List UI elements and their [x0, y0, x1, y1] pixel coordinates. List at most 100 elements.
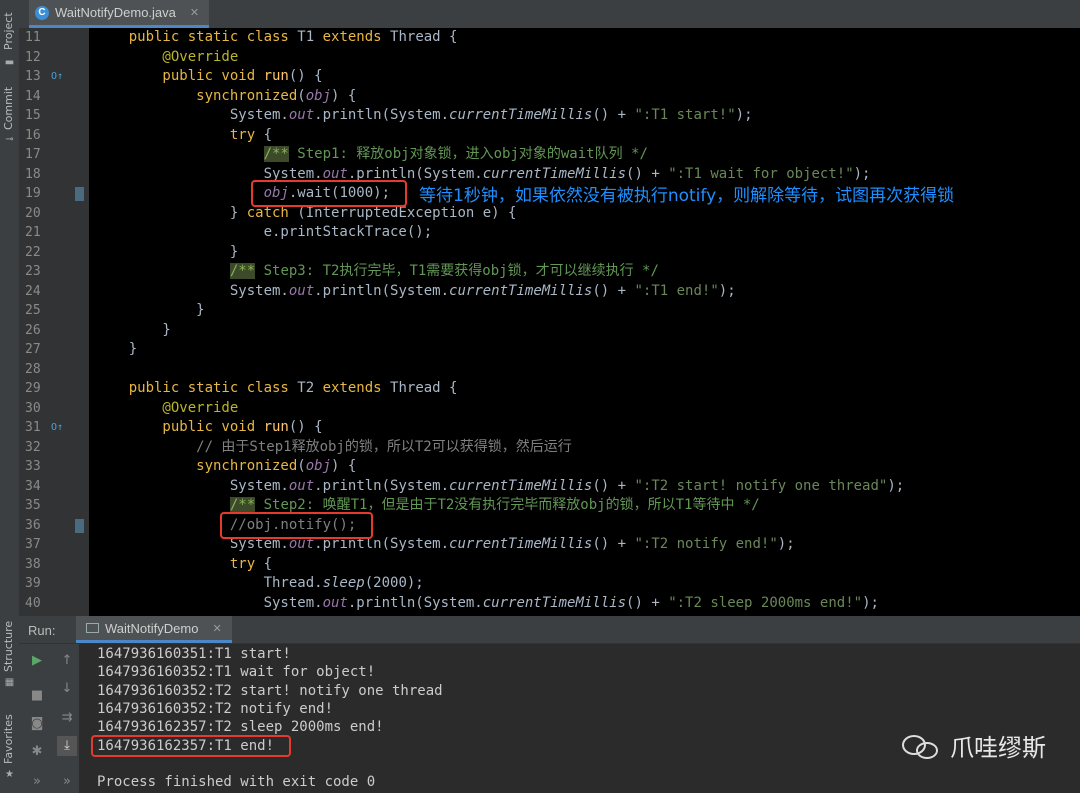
code-line[interactable]: } — [95, 243, 238, 263]
console-output[interactable]: 1647936160351:T1 start! 1647936160352:T1 … — [91, 644, 1080, 793]
line-number: 29 — [25, 381, 41, 396]
code-line[interactable]: synchronized(obj) { — [95, 87, 356, 107]
code-line[interactable]: try { — [95, 555, 272, 575]
code-token: { — [263, 555, 273, 572]
gutter-line: 12 — [19, 48, 89, 68]
code-token: public static class — [95, 29, 298, 45]
code-line[interactable]: /** Step2: 唤醒T1，但是由于T2没有执行完毕而释放obj的锁，所以T… — [95, 496, 760, 516]
line-number: 27 — [25, 342, 41, 357]
code-line[interactable]: synchronized(obj) { — [95, 457, 356, 477]
code-token: ); — [735, 107, 753, 123]
code-token: System. — [95, 594, 323, 611]
code-token: out — [288, 282, 315, 299]
code-token: ); — [853, 165, 871, 182]
java-class-icon: C — [35, 5, 49, 20]
code-token: obj — [305, 458, 332, 474]
code-token: Step2: 唤醒T1，但是由于T2没有执行完毕而释放obj的锁，所以T1等待中… — [255, 497, 760, 513]
line-number: 35 — [25, 498, 41, 513]
code-line[interactable]: // 由于Step1释放obj的锁，所以T2可以获得锁，然后运行 — [95, 438, 572, 458]
gutter-line: 21 — [19, 223, 89, 243]
code-line[interactable]: /** Step1: 释放obj对象锁，进入obj对象的wait队列 */ — [95, 145, 648, 165]
structure-tool-tab[interactable]: Structure ▦ — [0, 620, 19, 690]
code-line[interactable]: } — [95, 301, 204, 321]
code-line[interactable]: System.out.println(System.currentTimeMil… — [95, 535, 795, 555]
code-line[interactable]: public void run() { — [95, 67, 322, 87]
code-token: System. — [95, 107, 289, 123]
editor-file-tab[interactable]: C WaitNotifyDemo.java ✕ — [29, 0, 210, 28]
close-icon[interactable]: ✕ — [212, 622, 221, 635]
gutter-line: 20 — [19, 204, 89, 224]
arrow-up-icon[interactable]: ↑ — [57, 651, 77, 671]
arrow-down-icon[interactable]: ↓ — [57, 679, 77, 699]
code-line[interactable]: Thread.sleep(2000); — [95, 574, 424, 594]
folder-icon: ▬ — [4, 57, 15, 68]
more-icon-2[interactable]: » — [57, 772, 77, 792]
code-token: } — [95, 243, 239, 260]
code-line[interactable]: } — [95, 340, 137, 360]
code-token: currentTimeMillis — [449, 282, 593, 299]
commit-tool-tab[interactable]: Commit ⊸ — [0, 86, 19, 148]
code-line[interactable]: System.out.println(System.currentTimeMil… — [95, 282, 736, 302]
code-line[interactable]: @Override — [95, 48, 238, 68]
code-line[interactable]: /** Step3: T2执行完毕，T1需要获得obj锁，才可以继续执行 */ — [95, 262, 659, 282]
code-token: ":T1 end!" — [634, 282, 719, 299]
code-token: Thread. — [95, 575, 323, 591]
code-token: () + — [626, 594, 669, 611]
more-icon[interactable]: » — [27, 772, 47, 792]
code-token: ":T1 start!" — [634, 107, 736, 123]
code-token: { — [263, 126, 273, 143]
gutter-line: 14 — [19, 87, 89, 107]
run-config-tab[interactable]: WaitNotifyDemo ✕ — [76, 616, 232, 643]
code-line[interactable]: try { — [95, 126, 272, 146]
rerun-icon[interactable]: ▶ — [27, 651, 47, 671]
code-line[interactable]: public void run() { — [95, 418, 322, 438]
code-token: @Override — [95, 399, 239, 416]
favorites-tab-label: Favorites — [2, 714, 15, 764]
stop-icon[interactable]: ■ — [27, 686, 47, 706]
code-line[interactable]: } — [95, 321, 170, 341]
highlight-box-wait — [251, 180, 407, 207]
console-line: 1647936160351:T1 start! — [97, 646, 291, 662]
debug-icon[interactable]: ✱ — [27, 742, 47, 762]
override-gutter-icon[interactable]: O↑ — [51, 422, 63, 433]
code-token: .println(System. — [314, 477, 450, 494]
watermark: 爪哇缪斯 — [902, 728, 1046, 763]
code-line[interactable]: System.out.println(System.currentTimeMil… — [95, 106, 753, 126]
code-token: currentTimeMillis — [482, 165, 627, 182]
file-tab-label: WaitNotifyDemo.java — [55, 5, 176, 20]
console-icon — [86, 623, 99, 633]
code-line[interactable]: System.out.println(System.currentTimeMil… — [95, 477, 904, 497]
line-number: 40 — [25, 595, 41, 611]
code-line[interactable]: @Override — [95, 399, 238, 419]
gutter-line: 36 — [19, 516, 89, 536]
code-token: ) { — [331, 87, 357, 104]
gutter-line: 31 O↑ — [19, 418, 89, 438]
code-token: extends — [322, 380, 391, 396]
watermark-text: 爪哇缪斯 — [950, 734, 1046, 762]
ide-window: Project ▬ Commit ⊸ Structure ▦ Favorites… — [0, 0, 1080, 793]
favorites-tool-tab[interactable]: Favorites ★ — [0, 710, 19, 782]
code-line[interactable]: System.out.println(System.currentTimeMil… — [95, 594, 879, 614]
code-editor[interactable]: 11 12 13 O↑ 14 15 16 17 18 19 20 21 22 23 24 25 26 27 28 29… — [19, 28, 1080, 616]
scroll-to-end-icon[interactable]: ⤓ — [57, 736, 77, 756]
line-number: 16 — [25, 127, 41, 143]
override-gutter-icon[interactable]: O↑ — [51, 71, 63, 82]
project-tool-tab[interactable]: Project ▬ — [0, 8, 19, 68]
code-token: currentTimeMillis — [449, 536, 593, 552]
gutter-line: 26 — [19, 321, 89, 341]
code-area[interactable]: public static class T1 extends Thread { … — [89, 28, 1080, 616]
wechat-logo-icon — [902, 733, 940, 759]
code-line[interactable]: public static class T1 extends Thread { — [95, 28, 458, 48]
camera-icon[interactable]: ◙ — [27, 714, 47, 734]
code-line[interactable]: public static class T2 extends Thread { — [95, 379, 458, 399]
close-icon[interactable]: ✕ — [190, 6, 199, 19]
code-line[interactable]: e.printStackTrace(); — [95, 223, 433, 243]
soft-wrap-icon[interactable]: ⇉ — [57, 708, 77, 728]
code-token: ":T2 sleep 2000ms end!" — [668, 594, 863, 611]
line-number: 24 — [25, 283, 41, 299]
code-token: ); — [718, 282, 736, 299]
gutter-line: 15 — [19, 106, 89, 126]
change-marker — [75, 518, 84, 533]
code-token: currentTimeMillis — [482, 594, 627, 611]
